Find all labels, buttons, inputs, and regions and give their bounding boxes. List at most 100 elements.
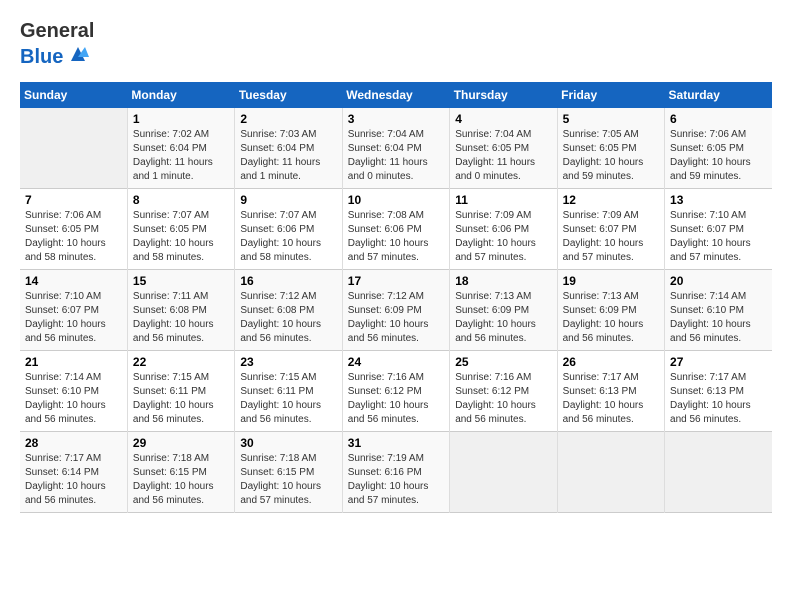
- calendar-week-4: 21 Sunrise: 7:14 AM Sunset: 6:10 PM Dayli…: [20, 351, 772, 432]
- day-number: 24: [348, 355, 444, 369]
- day-info: Sunrise: 7:18 AM Sunset: 6:15 PM Dayligh…: [240, 452, 336, 508]
- day-number: 20: [670, 274, 767, 288]
- day-number: 28: [25, 436, 122, 450]
- day-number: 10: [348, 193, 444, 207]
- day-info: Sunrise: 7:13 AM Sunset: 6:09 PM Dayligh…: [563, 290, 659, 346]
- day-info: Sunrise: 7:14 AM Sunset: 6:10 PM Dayligh…: [670, 290, 767, 346]
- day-number: 12: [563, 193, 659, 207]
- day-info: Sunrise: 7:19 AM Sunset: 6:16 PM Dayligh…: [348, 452, 444, 508]
- day-number: 22: [133, 355, 229, 369]
- day-number: 9: [240, 193, 336, 207]
- day-number: 27: [670, 355, 767, 369]
- header-wednesday: Wednesday: [342, 82, 449, 108]
- day-info: Sunrise: 7:02 AM Sunset: 6:04 PM Dayligh…: [133, 128, 229, 184]
- day-number: 4: [455, 112, 551, 126]
- calendar-cell: 20 Sunrise: 7:14 AM Sunset: 6:10 PM Dayli…: [665, 270, 772, 351]
- day-info: Sunrise: 7:04 AM Sunset: 6:05 PM Dayligh…: [455, 128, 551, 184]
- day-number: 26: [563, 355, 659, 369]
- calendar-cell: 15 Sunrise: 7:11 AM Sunset: 6:08 PM Dayli…: [127, 270, 234, 351]
- header-monday: Monday: [127, 82, 234, 108]
- day-number: 14: [25, 274, 122, 288]
- day-number: 2: [240, 112, 336, 126]
- calendar-cell: 12Sunrise: 7:09 AM Sunset: 6:07 PM Dayli…: [557, 189, 664, 270]
- day-info: Sunrise: 7:12 AM Sunset: 6:08 PM Dayligh…: [240, 290, 336, 346]
- day-info: Sunrise: 7:08 AM Sunset: 6:06 PM Dayligh…: [348, 209, 444, 265]
- day-info: Sunrise: 7:09 AM Sunset: 6:06 PM Dayligh…: [455, 209, 551, 265]
- header-thursday: Thursday: [450, 82, 557, 108]
- calendar-week-2: 7 Sunrise: 7:06 AM Sunset: 6:05 PM Daylig…: [20, 189, 772, 270]
- day-info: Sunrise: 7:10 AM Sunset: 6:07 PM Dayligh…: [25, 290, 122, 346]
- calendar-cell: 17Sunrise: 7:12 AM Sunset: 6:09 PM Dayli…: [342, 270, 449, 351]
- header-tuesday: Tuesday: [235, 82, 342, 108]
- logo-icon: [67, 43, 89, 65]
- calendar-cell: 10 Sunrise: 7:08 AM Sunset: 6:06 PM Dayli…: [342, 189, 449, 270]
- day-number: 17: [348, 274, 444, 288]
- calendar-cell: 6 Sunrise: 7:06 AM Sunset: 6:05 PM Daylig…: [665, 108, 772, 189]
- calendar-cell: 11 Sunrise: 7:09 AM Sunset: 6:06 PM Dayli…: [450, 189, 557, 270]
- day-number: 19: [563, 274, 659, 288]
- calendar-cell: [665, 432, 772, 513]
- calendar-cell: 26 Sunrise: 7:17 AM Sunset: 6:13 PM Dayli…: [557, 351, 664, 432]
- day-info: Sunrise: 7:16 AM Sunset: 6:12 PM Dayligh…: [455, 371, 551, 427]
- logo-blue: Blue: [20, 46, 63, 69]
- calendar-cell: 13 Sunrise: 7:10 AM Sunset: 6:07 PM Dayli…: [665, 189, 772, 270]
- calendar-cell: 4 Sunrise: 7:04 AM Sunset: 6:05 PM Daylig…: [450, 108, 557, 189]
- calendar-cell: 30 Sunrise: 7:18 AM Sunset: 6:15 PM Dayli…: [235, 432, 342, 513]
- calendar-cell: [20, 108, 127, 189]
- calendar-cell: 18Sunrise: 7:13 AM Sunset: 6:09 PM Dayli…: [450, 270, 557, 351]
- day-info: Sunrise: 7:05 AM Sunset: 6:05 PM Dayligh…: [563, 128, 659, 184]
- day-number: 11: [455, 193, 551, 207]
- calendar-cell: 23Sunrise: 7:15 AM Sunset: 6:11 PM Dayli…: [235, 351, 342, 432]
- calendar-cell: 2 Sunrise: 7:03 AM Sunset: 6:04 PM Daylig…: [235, 108, 342, 189]
- calendar-cell: 9 Sunrise: 7:07 AM Sunset: 6:06 PM Daylig…: [235, 189, 342, 270]
- day-info: Sunrise: 7:03 AM Sunset: 6:04 PM Dayligh…: [240, 128, 336, 184]
- day-info: Sunrise: 7:13 AM Sunset: 6:09 PM Dayligh…: [455, 290, 551, 346]
- calendar-cell: 29Sunrise: 7:18 AM Sunset: 6:15 PM Dayli…: [127, 432, 234, 513]
- logo-general: General: [20, 20, 94, 43]
- header-saturday: Saturday: [665, 82, 772, 108]
- calendar-cell: 31Sunrise: 7:19 AM Sunset: 6:16 PM Dayli…: [342, 432, 449, 513]
- day-info: Sunrise: 7:10 AM Sunset: 6:07 PM Dayligh…: [670, 209, 767, 265]
- calendar-header-row: SundayMondayTuesdayWednesdayThursdayFrid…: [20, 82, 772, 108]
- day-info: Sunrise: 7:11 AM Sunset: 6:08 PM Dayligh…: [133, 290, 229, 346]
- day-info: Sunrise: 7:15 AM Sunset: 6:11 PM Dayligh…: [133, 371, 229, 427]
- day-number: 13: [670, 193, 767, 207]
- calendar-cell: 8 Sunrise: 7:07 AM Sunset: 6:05 PM Daylig…: [127, 189, 234, 270]
- day-info: Sunrise: 7:06 AM Sunset: 6:05 PM Dayligh…: [25, 209, 122, 265]
- day-info: Sunrise: 7:04 AM Sunset: 6:04 PM Dayligh…: [348, 128, 444, 184]
- calendar-cell: 24 Sunrise: 7:16 AM Sunset: 6:12 PM Dayli…: [342, 351, 449, 432]
- day-number: 30: [240, 436, 336, 450]
- day-number: 6: [670, 112, 767, 126]
- calendar-cell: 27 Sunrise: 7:17 AM Sunset: 6:13 PM Dayli…: [665, 351, 772, 432]
- day-number: 25: [455, 355, 551, 369]
- calendar-week-3: 14 Sunrise: 7:10 AM Sunset: 6:07 PM Dayli…: [20, 270, 772, 351]
- day-number: 1: [133, 112, 229, 126]
- header-sunday: Sunday: [20, 82, 127, 108]
- header-friday: Friday: [557, 82, 664, 108]
- calendar-cell: 1 Sunrise: 7:02 AM Sunset: 6:04 PM Daylig…: [127, 108, 234, 189]
- day-info: Sunrise: 7:06 AM Sunset: 6:05 PM Dayligh…: [670, 128, 767, 184]
- day-info: Sunrise: 7:17 AM Sunset: 6:13 PM Dayligh…: [670, 371, 767, 427]
- day-number: 16: [240, 274, 336, 288]
- day-info: Sunrise: 7:16 AM Sunset: 6:12 PM Dayligh…: [348, 371, 444, 427]
- day-info: Sunrise: 7:07 AM Sunset: 6:05 PM Dayligh…: [133, 209, 229, 265]
- calendar-cell: 5 Sunrise: 7:05 AM Sunset: 6:05 PM Daylig…: [557, 108, 664, 189]
- calendar-table: SundayMondayTuesdayWednesdayThursdayFrid…: [20, 82, 772, 513]
- calendar-cell: 7 Sunrise: 7:06 AM Sunset: 6:05 PM Daylig…: [20, 189, 127, 270]
- page-header: General Blue: [20, 20, 772, 72]
- day-info: Sunrise: 7:14 AM Sunset: 6:10 PM Dayligh…: [25, 371, 122, 427]
- calendar-week-1: 1 Sunrise: 7:02 AM Sunset: 6:04 PM Daylig…: [20, 108, 772, 189]
- calendar-cell: 3Sunrise: 7:04 AM Sunset: 6:04 PM Daylig…: [342, 108, 449, 189]
- day-number: 21: [25, 355, 122, 369]
- day-number: 23: [240, 355, 336, 369]
- calendar-cell: 14 Sunrise: 7:10 AM Sunset: 6:07 PM Dayli…: [20, 270, 127, 351]
- calendar-cell: 25 Sunrise: 7:16 AM Sunset: 6:12 PM Dayli…: [450, 351, 557, 432]
- day-number: 7: [25, 193, 122, 207]
- day-info: Sunrise: 7:07 AM Sunset: 6:06 PM Dayligh…: [240, 209, 336, 265]
- day-number: 15: [133, 274, 229, 288]
- day-info: Sunrise: 7:17 AM Sunset: 6:13 PM Dayligh…: [563, 371, 659, 427]
- day-number: 8: [133, 193, 229, 207]
- calendar-cell: [557, 432, 664, 513]
- day-number: 5: [563, 112, 659, 126]
- calendar-week-5: 28Sunrise: 7:17 AM Sunset: 6:14 PM Dayli…: [20, 432, 772, 513]
